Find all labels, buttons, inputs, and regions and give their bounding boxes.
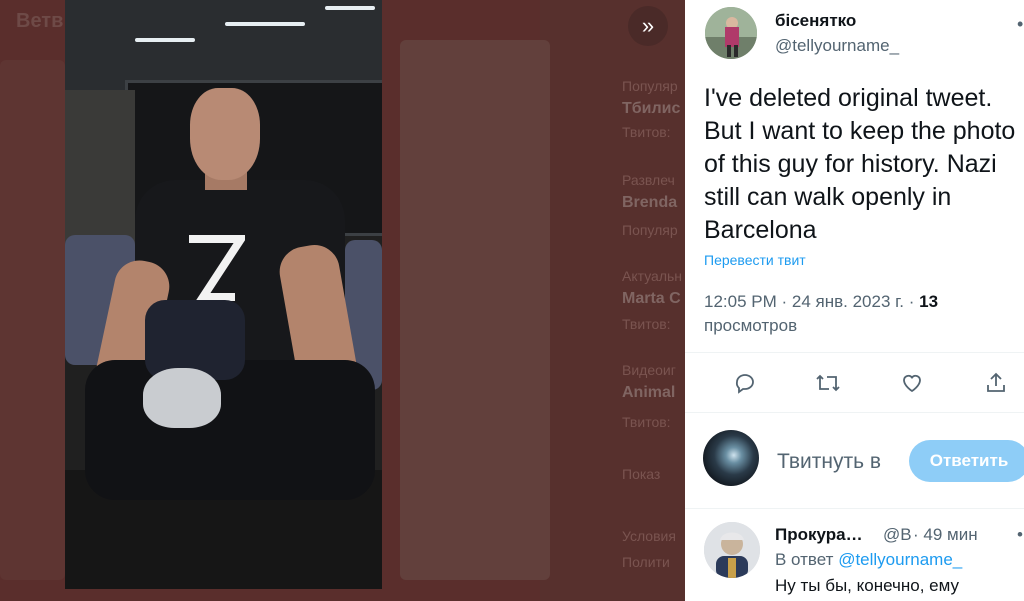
background-trend-text: Условия [622, 528, 676, 544]
expand-panel-button[interactable]: » [628, 6, 668, 46]
background-trend-text: Видеоиг [622, 362, 676, 378]
background-trend-text: Показ [622, 466, 661, 482]
background-title: Ветв [16, 10, 64, 32]
reply-button[interactable] [730, 368, 760, 398]
current-user-avatar[interactable] [703, 430, 759, 486]
reply-context-handle[interactable]: @tellyourname_ [838, 550, 962, 569]
like-button[interactable] [897, 368, 927, 398]
like-icon [903, 374, 921, 393]
background-media-blur [400, 40, 550, 580]
author-avatar[interactable] [705, 7, 757, 59]
background-trend-text: Тбилис [622, 100, 681, 117]
photo-light [225, 22, 305, 26]
photo-plastic-bag [143, 368, 221, 428]
photo-person-legs [85, 360, 375, 500]
background-trend-text: Развлеч [622, 172, 675, 188]
meta-separator: · [781, 292, 792, 311]
share-button[interactable] [981, 368, 1011, 398]
reply-submit-button[interactable]: Ответить [909, 440, 1024, 482]
tweet-meta: 12:05 PM · 24 янв. 2023 г. · 13 просмотр… [704, 290, 1024, 338]
photo-light [135, 38, 195, 42]
tweet-actions [685, 360, 1024, 406]
more-options-icon[interactable]: • [1017, 14, 1023, 35]
translate-tweet-link[interactable]: Перевести твит [704, 252, 806, 268]
background-trend-text: Твитов: [622, 414, 671, 430]
reply-context: В ответ @tellyourname_ [775, 550, 962, 570]
reply-icon [735, 374, 754, 394]
background-trend-text: Твитов: [622, 316, 671, 332]
photo-person-head [190, 88, 260, 180]
reply-composer: Твитнуть в Ответить [685, 420, 1024, 510]
divider [685, 412, 1024, 413]
reply-avatar-image [704, 522, 760, 578]
background-trend-text: Animal [622, 384, 676, 401]
reply-author-handle[interactable]: @B [883, 525, 912, 545]
reply-author-name[interactable]: Прокура… [775, 525, 863, 545]
meta-separator: · [908, 292, 920, 311]
background-media-blur-left [0, 60, 65, 580]
tweet-time[interactable]: 12:05 PM [704, 292, 777, 311]
reply-context-prefix: В ответ [775, 550, 834, 569]
tweet-photo[interactable] [65, 0, 382, 589]
author-display-name[interactable]: бісенятко [775, 11, 856, 31]
divider [685, 508, 1024, 509]
author-handle[interactable]: @tellyourname_ [775, 36, 899, 56]
retweet-button[interactable] [813, 368, 843, 398]
retweet-icon [816, 374, 840, 392]
photo-light [325, 6, 375, 10]
views-label: просмотров [704, 316, 798, 335]
reply-author-avatar[interactable] [704, 522, 760, 578]
background-trend-text: Актуальн [622, 268, 683, 284]
photo-ceiling [65, 0, 382, 90]
tweet-panel: бісенятко @tellyourname_ • I've deleted … [685, 0, 1024, 601]
background-trend-text: Твитов: [622, 124, 671, 140]
reply-more-icon[interactable]: • [1017, 525, 1023, 545]
background-trend-text: Marta C [622, 290, 681, 307]
photo-shirt-symbol [189, 235, 245, 301]
tweet-date[interactable]: 24 янв. 2023 г. [792, 292, 904, 311]
reply-tweet[interactable]: Прокура… @B · 49 мин • В ответ @tellyour… [685, 515, 1024, 601]
reply-text: Ну ты бы, конечно, ему [775, 576, 959, 595]
reply-time[interactable]: · 49 мин [913, 525, 978, 545]
reply-input[interactable]: Твитнуть в [777, 450, 881, 474]
double-chevron-right-icon: » [641, 13, 655, 38]
divider [685, 352, 1024, 353]
background-trend-text: Популяр [622, 78, 678, 94]
share-icon [987, 372, 1005, 392]
tweet-text: I've deleted original tweet. But I want … [704, 84, 1016, 244]
avatar-image [705, 7, 757, 59]
background-trend-text: Brenda [622, 194, 678, 211]
background-trend-text: Популяр [622, 222, 678, 238]
background-trend-text: Полити [622, 554, 670, 570]
views-count: 13 [919, 292, 939, 311]
